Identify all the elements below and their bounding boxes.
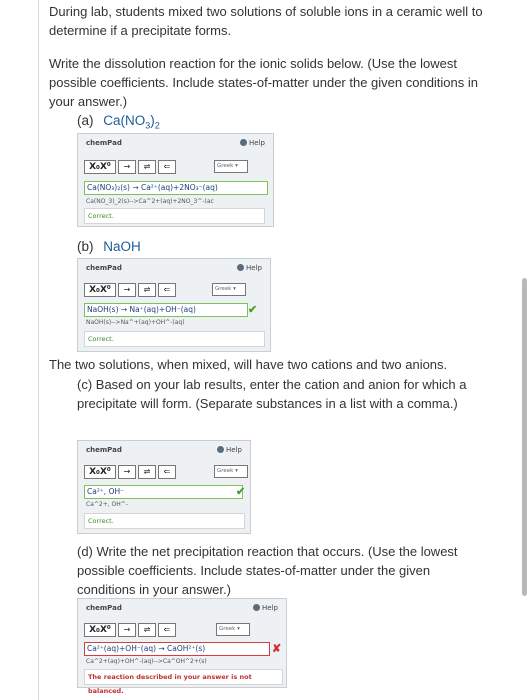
greek-dropdown[interactable]: Greek ▾ <box>214 160 248 173</box>
help-icon <box>237 264 245 271</box>
chempad-toolbar: X₀X⁰ → ⇌ ⇐ <box>84 160 176 174</box>
arrow-button[interactable]: → <box>118 283 136 297</box>
help-button[interactable]: Help <box>240 139 265 147</box>
incorrect-x-icon: ✘ <box>272 643 282 655</box>
part-b-heading: (b) NaOH <box>77 239 141 254</box>
feedback-message: Correct. <box>84 331 265 347</box>
backspace-button[interactable]: ⇐ <box>158 160 176 174</box>
answer-input[interactable]: Ca²⁺(aq)+OH⁻(aq) → CaOH²⁺(s) <box>84 642 270 656</box>
instruction-line: possible coefficients. Include states-of… <box>49 75 478 90</box>
answer-input[interactable]: NaOH(s) → Na⁺(aq)+OH⁻(aq) <box>84 303 248 317</box>
subscript-superscript-button[interactable]: X₀X⁰ <box>84 283 116 297</box>
equilibrium-button[interactable]: ⇌ <box>138 160 156 174</box>
feedback-message: Correct. <box>84 208 265 224</box>
raw-answer-text: Ca(NO_3)_2(s)-->Ca^2+(aq)+2NO_3^-(ac <box>86 198 214 205</box>
intro-line: determine if a precipitate forms. <box>49 23 232 38</box>
vertical-scrollbar[interactable] <box>522 278 527 596</box>
raw-answer-text: Ca^2+, OH^- <box>86 501 128 508</box>
part-d-prompt: (d) Write the net precipitation reaction… <box>77 542 497 599</box>
backspace-button[interactable]: ⇐ <box>158 465 176 479</box>
help-button[interactable]: Help <box>253 604 278 612</box>
equilibrium-button[interactable]: ⇌ <box>138 283 156 297</box>
instruction-line: Write the dissolution reaction for the i… <box>49 56 458 71</box>
feedback-message: Correct. <box>84 513 245 529</box>
part-a-label: (a) <box>77 113 94 128</box>
prompt-line: conditions in your answer.) <box>77 582 231 597</box>
chempad-title: chemPad <box>86 446 122 454</box>
subscript-superscript-button[interactable]: X₀X⁰ <box>84 465 116 479</box>
correct-check-icon: ✔ <box>248 304 258 316</box>
intro-text: During lab, students mixed two solutions… <box>49 2 483 40</box>
feedback-message: The reaction described in your answer is… <box>84 669 283 695</box>
chempad-toolbar: X₀X⁰ → ⇌ ⇐ <box>84 283 176 297</box>
prompt-line: possible coefficients. Include states-of… <box>77 563 431 578</box>
greek-dropdown[interactable]: Greek ▾ <box>212 283 246 296</box>
chempad-part-b: chemPad Help X₀X⁰ → ⇌ ⇐ Greek ▾ NaOH(s) … <box>77 258 271 352</box>
help-button[interactable]: Help <box>217 446 242 454</box>
correct-check-icon: ✔ <box>236 486 246 498</box>
chempad-part-d: chemPad Help X₀X⁰ → ⇌ ⇐ Greek ▾ Ca²⁺(aq)… <box>77 598 287 695</box>
answer-input[interactable]: Ca(NO₃)₂(s) → Ca²⁺(aq)+2NO₃⁻(aq) <box>84 181 268 195</box>
chempad-title: chemPad <box>86 604 122 612</box>
part-a-heading: (a) Ca(NO3)2 <box>77 113 160 131</box>
chempad-toolbar: X₀X⁰ → ⇌ ⇐ <box>84 465 176 479</box>
chempad-part-c: chemPad Help X₀X⁰ → ⇌ ⇐ Greek ▾ Ca²⁺, OH… <box>77 440 251 534</box>
backspace-button[interactable]: ⇐ <box>158 623 176 637</box>
intro-line: During lab, students mixed two solutions… <box>49 4 483 19</box>
greek-dropdown[interactable]: Greek ▾ <box>214 465 248 478</box>
chempad-title: chemPad <box>86 264 122 272</box>
chempad-part-a: chemPad Help X₀X⁰ → ⇌ ⇐ Greek ▾ Ca(NO₃)₂… <box>77 133 274 227</box>
prompt-line: (c) Based on your lab results, enter the… <box>77 377 467 392</box>
equilibrium-button[interactable]: ⇌ <box>138 465 156 479</box>
subscript-superscript-button[interactable]: X₀X⁰ <box>84 623 116 637</box>
part-a-formula: Ca(NO3)2 <box>103 113 160 131</box>
help-icon <box>240 139 248 146</box>
help-icon <box>253 604 261 611</box>
part-c-prompt: (c) Based on your lab results, enter the… <box>77 375 497 413</box>
question-page: During lab, students mixed two solutions… <box>38 0 529 700</box>
part-b-formula: NaOH <box>103 239 141 254</box>
raw-answer-text: NaOH(s)-->Na^+(aq)+OH^-(aq) <box>86 319 185 326</box>
part-b-label: (b) <box>77 239 94 254</box>
backspace-button[interactable]: ⇐ <box>158 283 176 297</box>
subscript-superscript-button[interactable]: X₀X⁰ <box>84 160 116 174</box>
greek-dropdown[interactable]: Greek ▾ <box>216 623 250 636</box>
help-button[interactable]: Help <box>237 264 262 272</box>
instruction-line: your answer.) <box>49 94 128 109</box>
arrow-button[interactable]: → <box>118 623 136 637</box>
chempad-toolbar: X₀X⁰ → ⇌ ⇐ <box>84 623 176 637</box>
answer-input[interactable]: Ca²⁺, OH⁻ <box>84 485 243 499</box>
mixed-statement: The two solutions, when mixed, will have… <box>49 357 448 372</box>
instruction-text: Write the dissolution reaction for the i… <box>49 54 478 111</box>
arrow-button[interactable]: → <box>118 465 136 479</box>
raw-answer-text: Ca^2+(aq)+OH^-(aq)-->Ca^OH^2+(s) <box>86 658 207 665</box>
prompt-line: precipitate will form. (Separate substan… <box>77 396 458 411</box>
arrow-button[interactable]: → <box>118 160 136 174</box>
equilibrium-button[interactable]: ⇌ <box>138 623 156 637</box>
prompt-line: (d) Write the net precipitation reaction… <box>77 544 458 559</box>
chempad-title: chemPad <box>86 139 122 147</box>
help-icon <box>217 446 225 453</box>
